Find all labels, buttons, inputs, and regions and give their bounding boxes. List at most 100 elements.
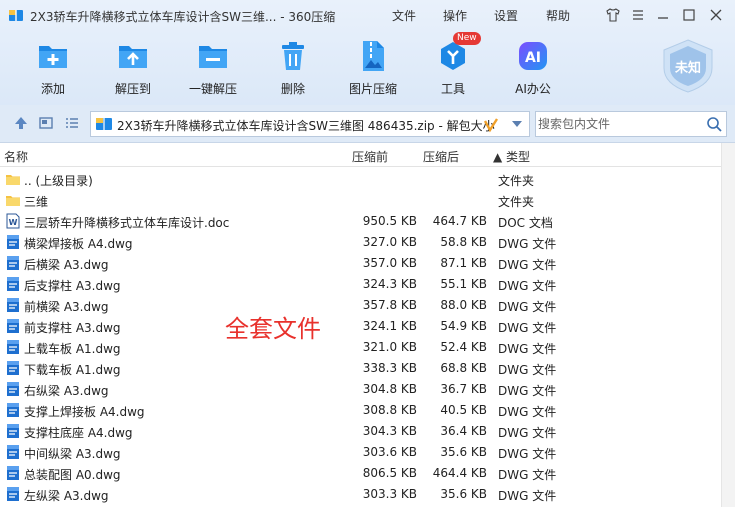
menu-file[interactable]: 文件 xyxy=(392,7,416,24)
column-compressed[interactable]: 压缩前 xyxy=(352,148,388,165)
file-row[interactable]: 右纵梁 A3.dwg 304.8 KB 36.7 KB DWG 文件 xyxy=(0,379,720,400)
maximize-button[interactable] xyxy=(679,5,699,25)
dwg-file-icon xyxy=(7,340,19,354)
delete-button[interactable]: 删除 xyxy=(258,38,328,97)
file-compressed-size: 321.0 KB xyxy=(362,340,417,354)
column-type[interactable]: ▲ 类型 xyxy=(493,148,530,165)
file-name: 下载车板 A1.dwg xyxy=(24,363,121,377)
file-uncompressed-size: 464.7 KB xyxy=(432,214,487,228)
file-name: 支撑上焊接板 A4.dwg xyxy=(24,405,145,419)
file-compressed-size: 357.0 KB xyxy=(362,256,417,270)
file-row[interactable]: 后支撑柱 A3.dwg 324.3 KB 55.1 KB DWG 文件 xyxy=(0,274,720,295)
list-view-icon[interactable] xyxy=(64,115,80,131)
file-type: DWG 文件 xyxy=(498,363,557,377)
file-row[interactable]: 左纵梁 A3.dwg 303.3 KB 35.6 KB DWG 文件 xyxy=(0,484,720,505)
file-type: DWG 文件 xyxy=(498,426,557,440)
file-uncompressed-size: 88.0 KB xyxy=(440,298,487,312)
folder-icon xyxy=(6,196,20,206)
svg-text:W: W xyxy=(9,218,18,227)
file-type: DWG 文件 xyxy=(498,468,557,482)
file-row[interactable]: 支撑柱底座 A4.dwg 304.3 KB 36.4 KB DWG 文件 xyxy=(0,421,720,442)
column-name[interactable]: 名称 xyxy=(4,148,28,165)
dwg-file-icon xyxy=(7,361,19,375)
file-row[interactable]: 横梁焊接板 A4.dwg 327.0 KB 58.8 KB DWG 文件 xyxy=(0,232,720,253)
window-title: 2X3轿车升降横移式立体车库设计含SW三维... - 360压缩 xyxy=(30,10,336,24)
skin-button[interactable] xyxy=(603,5,623,25)
file-row[interactable]: 上载车板 A1.dwg 321.0 KB 52.4 KB DWG 文件 xyxy=(0,337,720,358)
list-header: 名称 压缩前 压缩后 ▲ 类型 xyxy=(0,143,735,167)
menu-operation[interactable]: 操作 xyxy=(443,7,467,24)
file-row[interactable]: W 三层轿车升降横移式立体车库设计.doc 950.5 KB 464.7 KB DOC … xyxy=(0,211,720,232)
add-button[interactable]: 添加 xyxy=(18,38,88,97)
dwg-file-icon xyxy=(7,298,19,312)
dwg-file-icon xyxy=(7,487,19,501)
column-uncompressed[interactable]: 压缩后 xyxy=(423,148,459,165)
dwg-file-icon xyxy=(7,235,19,249)
extract-to-button[interactable]: 解压到 xyxy=(98,38,168,97)
file-name: .. (上级目录) xyxy=(24,174,93,188)
address-path: 2X3轿车升降横移式立体车库设计含SW三维图 486435.zip - 解包大小 xyxy=(117,119,495,133)
file-type: 文件夹 xyxy=(498,174,535,188)
minimize-button[interactable] xyxy=(653,5,673,25)
dwg-file-icon xyxy=(7,466,19,480)
one-click-extract-icon xyxy=(199,46,227,68)
file-uncompressed-size: 55.1 KB xyxy=(440,277,487,291)
image-compress-button[interactable]: 图片压缩 xyxy=(338,38,408,97)
ai-icon-text: AI xyxy=(525,50,541,66)
dwg-file-icon xyxy=(7,424,19,438)
unknown-status-shield[interactable]: 未知 xyxy=(660,38,716,94)
dwg-file-icon xyxy=(7,403,19,417)
one-click-extract-button[interactable]: 一键解压 xyxy=(178,38,248,97)
up-arrow-icon[interactable] xyxy=(13,115,29,131)
file-compressed-size: 304.3 KB xyxy=(362,424,417,438)
shirt-icon xyxy=(606,8,620,22)
vertical-scrollbar[interactable] xyxy=(721,143,735,507)
dwg-file-icon xyxy=(7,256,19,270)
file-name: 左纵梁 A3.dwg xyxy=(24,489,109,503)
file-compressed-size: 303.6 KB xyxy=(362,445,417,459)
file-list: 名称 压缩前 压缩后 ▲ 类型 .. (上级目录) 文件夹 三维 文件夹 W 三层轿车升降… xyxy=(0,143,735,507)
image-compress-icon xyxy=(363,41,384,71)
close-button[interactable] xyxy=(706,5,726,25)
menu-dropdown-button[interactable] xyxy=(628,5,648,25)
chevron-down-icon[interactable] xyxy=(511,120,523,128)
add-icon xyxy=(39,46,67,68)
search-icon[interactable] xyxy=(706,116,722,132)
file-row[interactable]: 三维 文件夹 xyxy=(0,190,720,211)
address-bar[interactable]: 2X3轿车升降横移式立体车库设计含SW三维图 486435.zip - 解包大小 xyxy=(90,111,530,137)
file-row[interactable]: 前横梁 A3.dwg 357.8 KB 88.0 KB DWG 文件 xyxy=(0,295,720,316)
file-uncompressed-size: 35.6 KB xyxy=(440,487,487,501)
file-compressed-size: 806.5 KB xyxy=(362,466,417,480)
menu-help[interactable]: 帮助 xyxy=(546,7,570,24)
file-name: 前横梁 A3.dwg xyxy=(24,300,109,314)
file-uncompressed-size: 52.4 KB xyxy=(440,340,487,354)
title-bar: 2X3轿车升降横移式立体车库设计含SW三维... - 360压缩 文件 操作 设… xyxy=(0,0,735,30)
file-row[interactable]: 中间纵梁 A3.dwg 303.6 KB 35.6 KB DWG 文件 xyxy=(0,442,720,463)
file-row[interactable]: 后横梁 A3.dwg 357.0 KB 87.1 KB DWG 文件 xyxy=(0,253,720,274)
file-type: DWG 文件 xyxy=(498,405,557,419)
file-row[interactable]: 下载车板 A1.dwg 338.3 KB 68.8 KB DWG 文件 xyxy=(0,358,720,379)
watermark-text: 全套文件 xyxy=(225,315,321,343)
word-document-icon: W xyxy=(6,213,20,229)
tools-button[interactable]: New 工具 xyxy=(418,32,488,97)
menu-settings[interactable]: 设置 xyxy=(494,7,518,24)
file-row[interactable]: 总装配图 A0.dwg 806.5 KB 464.4 KB DWG 文件 xyxy=(0,463,720,484)
extract-to-icon xyxy=(119,46,147,68)
file-uncompressed-size: 58.8 KB xyxy=(440,235,487,249)
zip-file-icon xyxy=(96,118,112,130)
file-row[interactable]: .. (上级目录) 文件夹 xyxy=(0,169,720,190)
search-input[interactable] xyxy=(538,114,698,134)
ai-office-button[interactable]: AI AI办公 xyxy=(498,38,568,97)
file-uncompressed-size: 54.9 KB xyxy=(440,319,487,333)
file-row[interactable]: 支撑上焊接板 A4.dwg 308.8 KB 40.5 KB DWG 文件 xyxy=(0,400,720,421)
extract-to-label: 解压到 xyxy=(114,82,151,96)
file-compressed-size: 357.8 KB xyxy=(362,298,417,312)
file-type: DWG 文件 xyxy=(498,321,557,335)
file-compressed-size: 950.5 KB xyxy=(362,214,417,228)
one-click-extract-label: 一键解压 xyxy=(188,82,237,96)
file-type: 文件夹 xyxy=(498,195,535,209)
minimize-icon xyxy=(658,17,668,19)
add-label: 添加 xyxy=(40,82,65,96)
thumbnail-view-icon[interactable] xyxy=(38,115,54,131)
file-row[interactable]: 前支撑柱 A3.dwg 324.1 KB 54.9 KB DWG 文件 xyxy=(0,316,720,337)
